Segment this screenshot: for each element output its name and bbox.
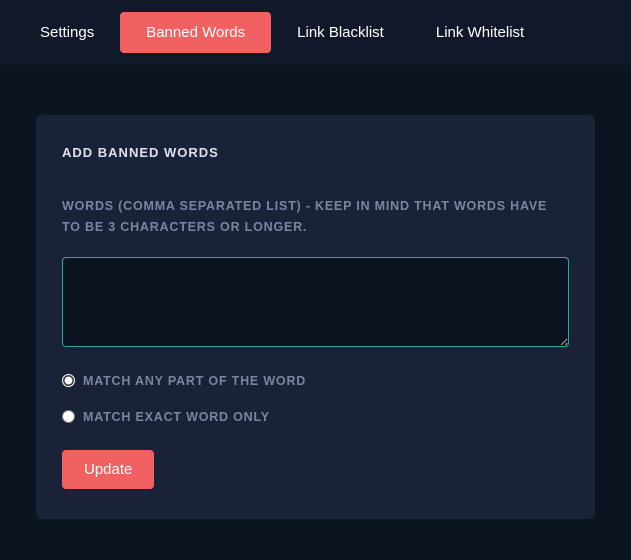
- panel-title: ADD BANNED WORDS: [62, 145, 569, 160]
- tab-link-whitelist[interactable]: Link Whitelist: [410, 12, 550, 53]
- match-exact-row: MATCH EXACT WORD ONLY: [62, 410, 569, 424]
- words-field-label: WORDS (COMMA SEPARATED LIST) - KEEP IN M…: [62, 196, 569, 239]
- update-button[interactable]: Update: [62, 450, 154, 489]
- tabs-container: Settings Banned Words Link Blacklist Lin…: [0, 0, 631, 65]
- match-exact-radio[interactable]: [62, 410, 75, 423]
- tab-banned-words[interactable]: Banned Words: [120, 12, 271, 53]
- match-any-part-row: MATCH ANY PART OF THE WORD: [62, 374, 569, 388]
- banned-words-input[interactable]: [62, 257, 569, 347]
- add-banned-words-panel: ADD BANNED WORDS WORDS (COMMA SEPARATED …: [36, 115, 595, 519]
- match-any-part-label[interactable]: MATCH ANY PART OF THE WORD: [83, 374, 306, 388]
- tab-link-blacklist[interactable]: Link Blacklist: [271, 12, 410, 53]
- tab-settings[interactable]: Settings: [14, 12, 120, 53]
- match-any-part-radio[interactable]: [62, 374, 75, 387]
- content-area: ADD BANNED WORDS WORDS (COMMA SEPARATED …: [0, 65, 631, 539]
- match-exact-label[interactable]: MATCH EXACT WORD ONLY: [83, 410, 270, 424]
